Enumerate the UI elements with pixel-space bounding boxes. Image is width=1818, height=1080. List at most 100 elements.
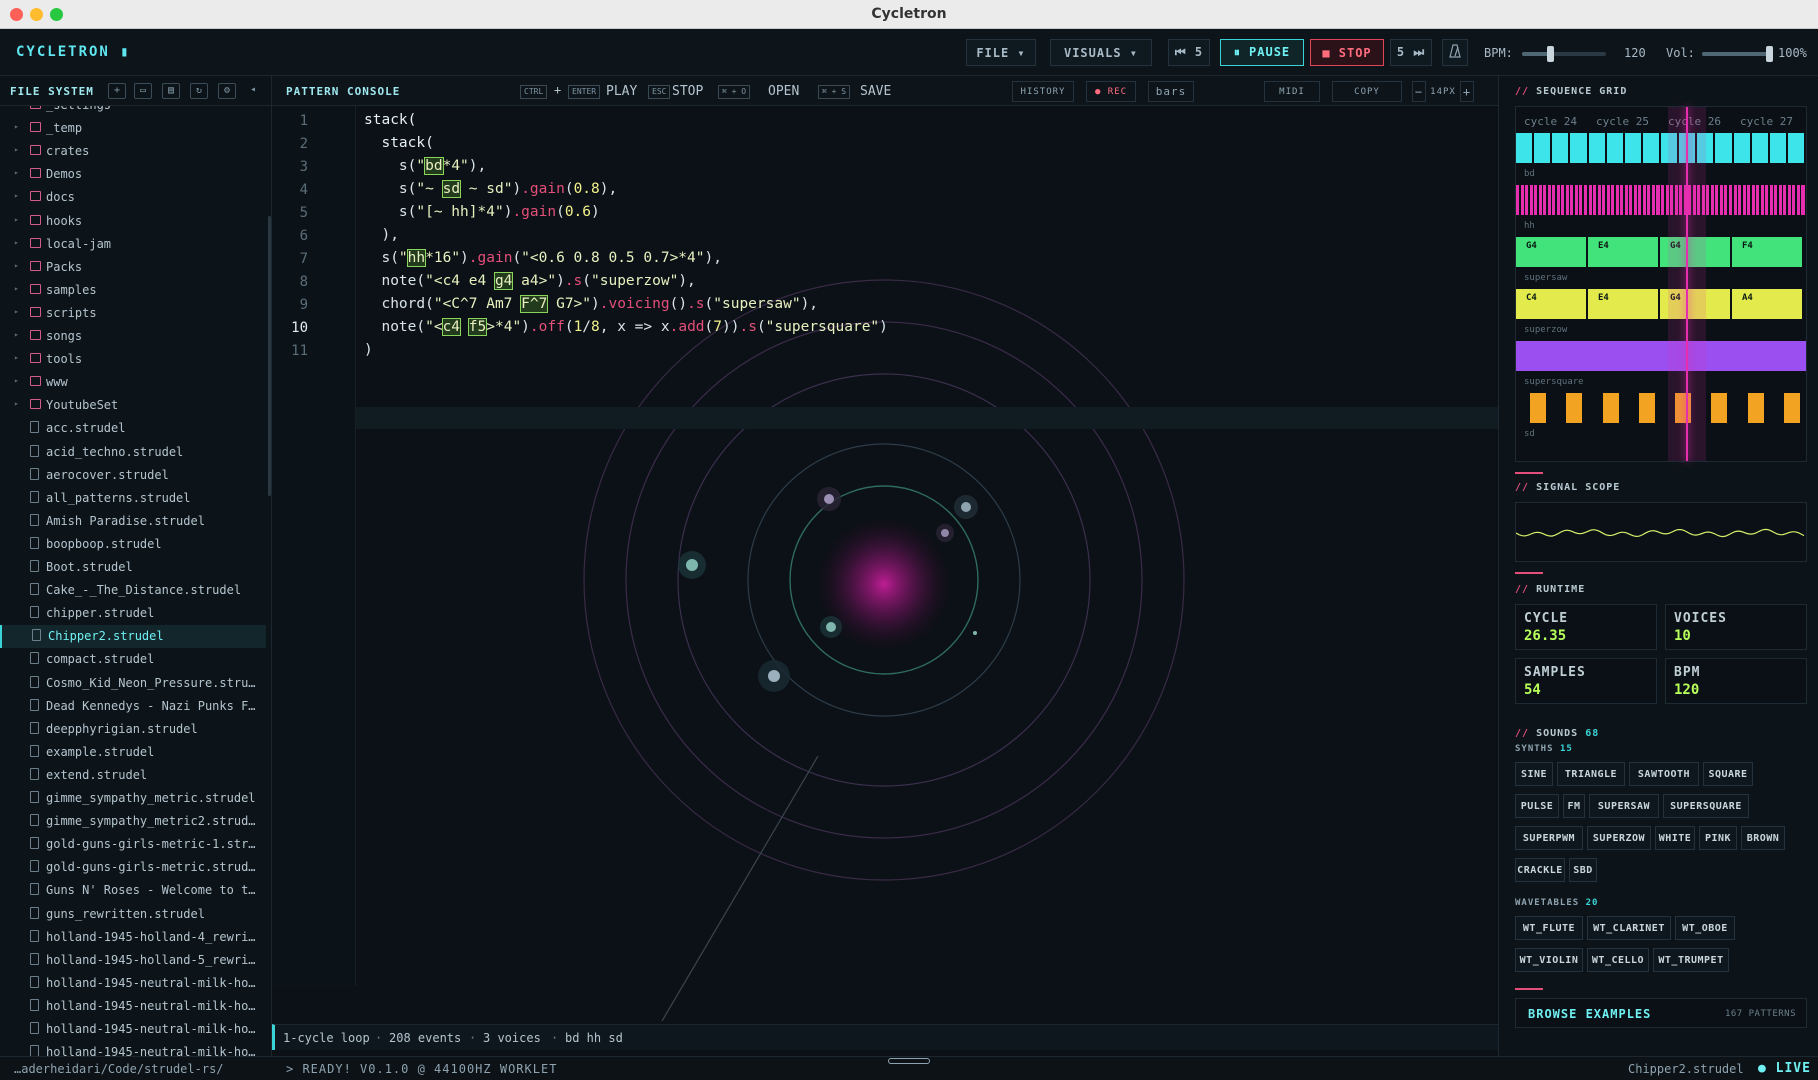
folder-item[interactable]: ▸ YoutubeSet xyxy=(0,394,266,417)
history-button[interactable]: HISTORY xyxy=(1012,81,1074,102)
folder-item[interactable]: ▸ local-jam xyxy=(0,233,266,256)
sound-chip[interactable]: PULSE xyxy=(1515,794,1559,818)
file-item[interactable]: Dead Kennedys - Nazi Punks F... xyxy=(0,695,266,718)
sound-chip[interactable]: WT_CELLO xyxy=(1587,948,1649,972)
chevron-right-icon[interactable]: ▸ xyxy=(14,145,19,154)
midi-button[interactable]: MIDI xyxy=(1264,81,1320,102)
volume-slider[interactable] xyxy=(1702,46,1773,62)
copy-button[interactable]: COPY xyxy=(1332,81,1402,102)
folder-item[interactable]: ▸ crates xyxy=(0,140,266,163)
chevron-right-icon[interactable]: ▸ xyxy=(14,238,19,247)
chevron-right-icon[interactable]: ▸ xyxy=(14,399,19,408)
sound-chip[interactable]: TRIANGLE xyxy=(1557,762,1625,786)
chevron-right-icon[interactable]: ▸ xyxy=(14,284,19,293)
file-item[interactable]: all_patterns.strudel xyxy=(0,487,266,510)
file-item[interactable]: chipper.strudel xyxy=(0,602,266,625)
file-item[interactable]: gold-guns-girls-metric.strud... xyxy=(0,856,266,879)
open-folder-icon[interactable]: ▤ xyxy=(162,83,180,99)
code-line-8[interactable]: note("<c4 e4 g4 a4>").s("superzow"), xyxy=(364,272,696,290)
refresh-icon[interactable]: ↻ xyxy=(190,83,208,99)
open-action[interactable]: OPEN xyxy=(768,84,799,99)
code-line-1[interactable]: stack( xyxy=(364,112,416,128)
file-item[interactable]: example.strudel xyxy=(0,741,266,764)
file-item[interactable]: holland-1945-neutral-milk-ho... xyxy=(0,995,266,1018)
rewind-button[interactable]: ⏮ 5 xyxy=(1168,39,1210,66)
folder-item[interactable]: ▸ Demos xyxy=(0,163,266,186)
chevron-right-icon[interactable]: ▸ xyxy=(14,307,19,316)
file-item[interactable]: gold-guns-girls-metric-1.str... xyxy=(0,833,266,856)
forward-button[interactable]: 5 ⏭ xyxy=(1390,39,1432,66)
code-line-11[interactable]: ) xyxy=(364,342,373,358)
chevron-right-icon[interactable]: ▸ xyxy=(14,191,19,200)
chevron-right-icon[interactable]: ▸ xyxy=(14,261,19,270)
sound-chip[interactable]: SUPERSAW xyxy=(1589,794,1659,818)
file-item[interactable]: guns_rewritten.strudel xyxy=(0,903,266,926)
stop-button[interactable]: ■ STOP xyxy=(1310,39,1384,66)
sound-chip[interactable]: BROWN xyxy=(1741,826,1785,850)
file-item[interactable]: gimme_sympathy_metric2.strud... xyxy=(0,810,266,833)
folder-item[interactable]: ▸ scripts xyxy=(0,302,266,325)
file-item[interactable]: Cosmo_Kid_Neon_Pressure.strudel xyxy=(0,672,266,695)
metronome-button[interactable] xyxy=(1442,39,1468,66)
code-line-3[interactable]: s("bd*4"), xyxy=(364,157,486,175)
folder-item[interactable]: ▸ docs xyxy=(0,186,266,209)
code-line-4[interactable]: s("~ sd ~ sd").gain(0.8), xyxy=(364,180,617,198)
chevron-right-icon[interactable]: ▸ xyxy=(14,106,19,108)
sound-chip[interactable]: SINE xyxy=(1515,762,1553,786)
settings-gear-icon[interactable]: ⚙ xyxy=(218,83,236,99)
file-item[interactable]: aerocover.strudel xyxy=(0,464,266,487)
new-folder-icon[interactable]: ▭ xyxy=(134,83,152,99)
folder-item[interactable]: ▸ _settings xyxy=(0,106,266,117)
file-item[interactable]: extend.strudel xyxy=(0,764,266,787)
resize-handle[interactable] xyxy=(888,1058,930,1064)
sound-chip[interactable]: SUPERPWM xyxy=(1515,826,1583,850)
file-item[interactable]: Guns N' Roses - Welcome to t... xyxy=(0,879,266,902)
sound-chip[interactable]: FM xyxy=(1563,794,1585,818)
folder-item[interactable]: ▸ songs xyxy=(0,325,266,348)
collapse-sidebar-icon[interactable]: ◂ xyxy=(244,83,262,99)
bpm-slider-thumb[interactable] xyxy=(1547,46,1555,62)
folder-item[interactable]: ▸ Packs xyxy=(0,256,266,279)
visuals-menu-button[interactable]: VISUALS ▾ xyxy=(1050,39,1152,66)
file-item[interactable]: holland-1945-holland-4_rewri... xyxy=(0,926,266,949)
browse-examples-button[interactable]: BROWSE EXAMPLES 167 PATTERNS xyxy=(1515,998,1807,1028)
file-item[interactable]: gimme_sympathy_metric.strudel xyxy=(0,787,266,810)
sound-chip[interactable]: SBD xyxy=(1569,858,1597,882)
file-item[interactable]: holland-1945-holland-5_rewri... xyxy=(0,949,266,972)
folder-item[interactable]: ▸ hooks xyxy=(0,210,266,233)
sound-chip[interactable]: CRACKLE xyxy=(1515,858,1565,882)
stop-action[interactable]: STOP xyxy=(672,84,703,99)
play-action[interactable]: PLAY xyxy=(606,84,637,99)
bars-button[interactable]: bars xyxy=(1148,81,1194,102)
sound-chip[interactable]: WT_OBOE xyxy=(1675,916,1735,940)
volume-slider-thumb[interactable] xyxy=(1766,46,1773,62)
code-line-10[interactable]: note("<c4 f5>*4").off(1/8, x => x.add(7)… xyxy=(364,318,888,336)
file-item[interactable]: acid_techno.strudel xyxy=(0,441,266,464)
sound-chip[interactable]: WT_CLARINET xyxy=(1587,916,1671,940)
folder-item[interactable]: ▸ www xyxy=(0,371,266,394)
file-item[interactable]: Chipper2.strudel xyxy=(0,625,266,649)
file-item[interactable]: Amish Paradise.strudel xyxy=(0,510,266,533)
chevron-right-icon[interactable]: ▸ xyxy=(14,122,19,131)
new-file-icon[interactable]: + xyxy=(108,83,126,99)
sound-chip[interactable]: WT_TRUMPET xyxy=(1653,948,1729,972)
chevron-right-icon[interactable]: ▸ xyxy=(14,168,19,177)
file-item[interactable]: boopboop.strudel xyxy=(0,533,266,556)
save-action[interactable]: SAVE xyxy=(860,84,891,99)
file-item[interactable]: holland-1945-neutral-milk-ho... xyxy=(0,1041,266,1056)
file-item[interactable]: holland-1945-neutral-milk-ho... xyxy=(0,1018,266,1041)
folder-item[interactable]: ▸ tools xyxy=(0,348,266,371)
file-item[interactable]: Boot.strudel xyxy=(0,556,266,579)
code-line-5[interactable]: s("[~ hh]*4").gain(0.6) xyxy=(364,204,600,220)
sound-chip[interactable]: SUPERZOW xyxy=(1587,826,1651,850)
code-line-7[interactable]: s("hh*16").gain("<0.6 0.8 0.5 0.7>*4"), xyxy=(364,249,722,267)
sidebar-scrollbar[interactable] xyxy=(268,216,271,496)
code-line-9[interactable]: chord("<C^7 Am7 F^7 G7>").voicing().s("s… xyxy=(364,295,818,313)
file-item[interactable]: Cake_-_The_Distance.strudel xyxy=(0,579,266,602)
chevron-right-icon[interactable]: ▸ xyxy=(14,330,19,339)
font-decrease-button[interactable]: − xyxy=(1412,81,1426,102)
file-item[interactable]: holland-1945-neutral-milk-ho... xyxy=(0,972,266,995)
chevron-right-icon[interactable]: ▸ xyxy=(14,215,19,224)
chevron-right-icon[interactable]: ▸ xyxy=(14,353,19,362)
file-menu-button[interactable]: FILE ▾ xyxy=(966,39,1036,66)
